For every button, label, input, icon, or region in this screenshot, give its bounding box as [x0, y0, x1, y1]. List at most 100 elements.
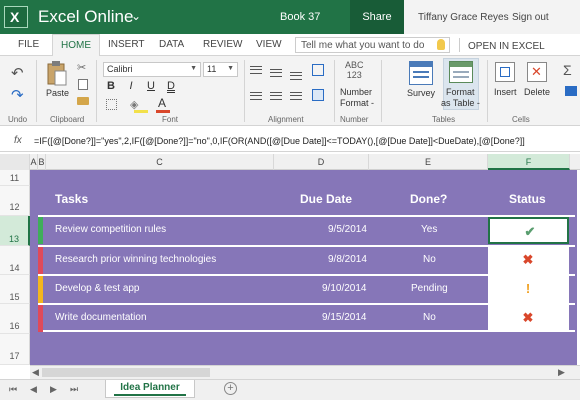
bold-button[interactable]: B [104, 80, 118, 92]
task-cell[interactable]: Develop & test app [55, 283, 140, 294]
row-header[interactable]: 14 [0, 246, 30, 275]
column-header[interactable]: D [274, 154, 369, 170]
formula-input[interactable]: =IF([@[Done?]]="yes",2,IF([@[Done?]]="no… [34, 136, 580, 150]
row-header[interactable]: 12 [0, 186, 30, 216]
insert-cells-icon[interactable] [495, 62, 515, 82]
number-format-icon[interactable]: ABC 123 [345, 60, 364, 80]
autosum-icon[interactable]: Σ [563, 62, 572, 78]
done-cell[interactable]: Pending [411, 283, 448, 294]
header-done[interactable]: Done? [410, 192, 447, 206]
tab-insert[interactable]: INSERT [108, 39, 145, 50]
cut-icon[interactable]: ✂ [77, 61, 86, 74]
table-row[interactable]: Review competition rules 9/5/2014 Yes ✔ [38, 215, 575, 244]
user-name[interactable]: Tiffany Grace Reyes [418, 12, 509, 23]
horizontal-scrollbar[interactable]: ◀ ▶ [30, 365, 580, 379]
tab-home[interactable]: HOME [52, 34, 100, 57]
due-date-cell[interactable]: 9/10/2014 [322, 283, 367, 294]
status-cell[interactable]: ! [488, 276, 569, 303]
due-date-cell[interactable]: 9/15/2014 [322, 312, 367, 323]
survey-button[interactable]: Survey [407, 88, 435, 98]
next-sheet-icon[interactable]: ▶ [50, 384, 57, 395]
open-in-excel-button[interactable]: OPEN IN EXCEL [468, 41, 545, 52]
task-cell[interactable]: Review competition rules [55, 224, 166, 235]
column-header[interactable]: E [369, 154, 488, 170]
delete-cells-button[interactable]: Delete [524, 87, 550, 97]
row-header[interactable]: 15 [0, 275, 30, 304]
wrap-text-icon[interactable] [312, 64, 324, 76]
table-row[interactable]: Research prior winning technologies 9/8/… [38, 245, 575, 274]
add-sheet-icon[interactable]: + [224, 382, 237, 395]
worksheet-grid[interactable]: Tasks Due Date Done? Status Review compe… [30, 170, 580, 365]
sheet-tab-idea-planner[interactable]: Idea Planner [105, 380, 195, 398]
italic-button[interactable]: I [124, 80, 138, 92]
copy-icon[interactable] [78, 79, 88, 90]
align-right-icon[interactable] [290, 92, 302, 100]
task-cell[interactable]: Write documentation [55, 312, 147, 323]
tab-file[interactable]: FILE [18, 39, 39, 50]
undo-icon[interactable]: ↶ [11, 64, 24, 82]
row-header[interactable]: 13 [0, 216, 30, 246]
font-size-select[interactable]: 11 ▼ [203, 62, 238, 77]
paste-icon[interactable] [46, 60, 68, 88]
excel-logo-icon[interactable]: X [4, 6, 28, 28]
row-header[interactable]: 16 [0, 304, 30, 334]
select-all-corner[interactable] [0, 154, 30, 170]
tab-view[interactable]: VIEW [256, 39, 282, 50]
tab-review[interactable]: REVIEW [203, 39, 242, 50]
align-middle-icon[interactable] [270, 69, 282, 77]
scroll-left-icon[interactable]: ◀ [32, 367, 39, 378]
scroll-right-icon[interactable]: ▶ [558, 367, 565, 378]
sign-out-link[interactable]: Sign out [512, 12, 549, 23]
done-cell[interactable]: Yes [421, 224, 437, 235]
header-tasks[interactable]: Tasks [55, 192, 88, 206]
header-status[interactable]: Status [509, 192, 546, 206]
task-cell[interactable]: Research prior winning technologies [55, 254, 216, 265]
tell-me-search-input[interactable]: Tell me what you want to do [295, 37, 450, 53]
survey-icon[interactable] [409, 61, 433, 85]
insert-cells-button[interactable]: Insert [494, 87, 517, 97]
column-header[interactable]: B [38, 154, 46, 170]
due-date-cell[interactable]: 9/8/2014 [328, 254, 367, 265]
table-row[interactable]: Develop & test app 9/10/2014 Pending ! [38, 274, 575, 303]
status-cell[interactable]: ✖ [488, 305, 569, 332]
font-color-button[interactable]: A [158, 96, 166, 110]
column-header[interactable]: A [30, 154, 38, 170]
tab-data[interactable]: DATA [159, 39, 184, 50]
status-cell[interactable]: ✔ [488, 217, 569, 244]
fx-icon[interactable]: fx [14, 135, 22, 146]
font-name-select[interactable]: Calibri ▼ [103, 62, 201, 77]
merge-center-icon[interactable] [312, 89, 324, 101]
number-format-label-2[interactable]: Format - [340, 98, 374, 108]
row-header[interactable]: 17 [0, 334, 30, 365]
align-left-icon[interactable] [250, 92, 262, 100]
share-button[interactable]: Share [350, 0, 404, 34]
double-underline-button[interactable]: D [164, 80, 178, 92]
prev-sheet-icon[interactable]: ◀ [30, 384, 37, 395]
row-header[interactable]: 11 [0, 170, 30, 186]
last-sheet-icon[interactable]: ⏭ [70, 384, 78, 395]
header-due-date[interactable]: Due Date [300, 192, 352, 206]
column-header[interactable]: C [46, 154, 274, 170]
scrollbar-thumb[interactable] [42, 368, 210, 377]
delete-cells-icon[interactable]: ✕ [527, 62, 547, 82]
done-cell[interactable]: No [423, 254, 436, 265]
underline-button[interactable]: U [144, 80, 158, 92]
format-painter-icon[interactable] [77, 97, 89, 105]
status-cell[interactable]: ✖ [488, 247, 569, 274]
paste-button[interactable]: Paste [46, 88, 69, 98]
align-bottom-icon[interactable] [290, 72, 302, 80]
first-sheet-icon[interactable]: ⏮ [9, 384, 17, 395]
done-cell[interactable]: No [423, 312, 436, 323]
document-title[interactable]: Book 37 [280, 11, 320, 23]
column-header[interactable]: F [488, 154, 570, 170]
redo-icon[interactable]: ↷ [11, 86, 24, 104]
column-header[interactable] [570, 154, 580, 170]
align-top-icon[interactable] [250, 66, 262, 74]
borders-icon[interactable] [106, 99, 117, 110]
align-center-icon[interactable] [270, 92, 282, 100]
chevron-down-icon[interactable]: ⌄ [131, 9, 141, 23]
app-name[interactable]: Excel Online [38, 7, 133, 27]
due-date-cell[interactable]: 9/5/2014 [328, 224, 367, 235]
number-format-label-1[interactable]: Number [340, 87, 372, 97]
fill-icon[interactable] [565, 86, 577, 96]
